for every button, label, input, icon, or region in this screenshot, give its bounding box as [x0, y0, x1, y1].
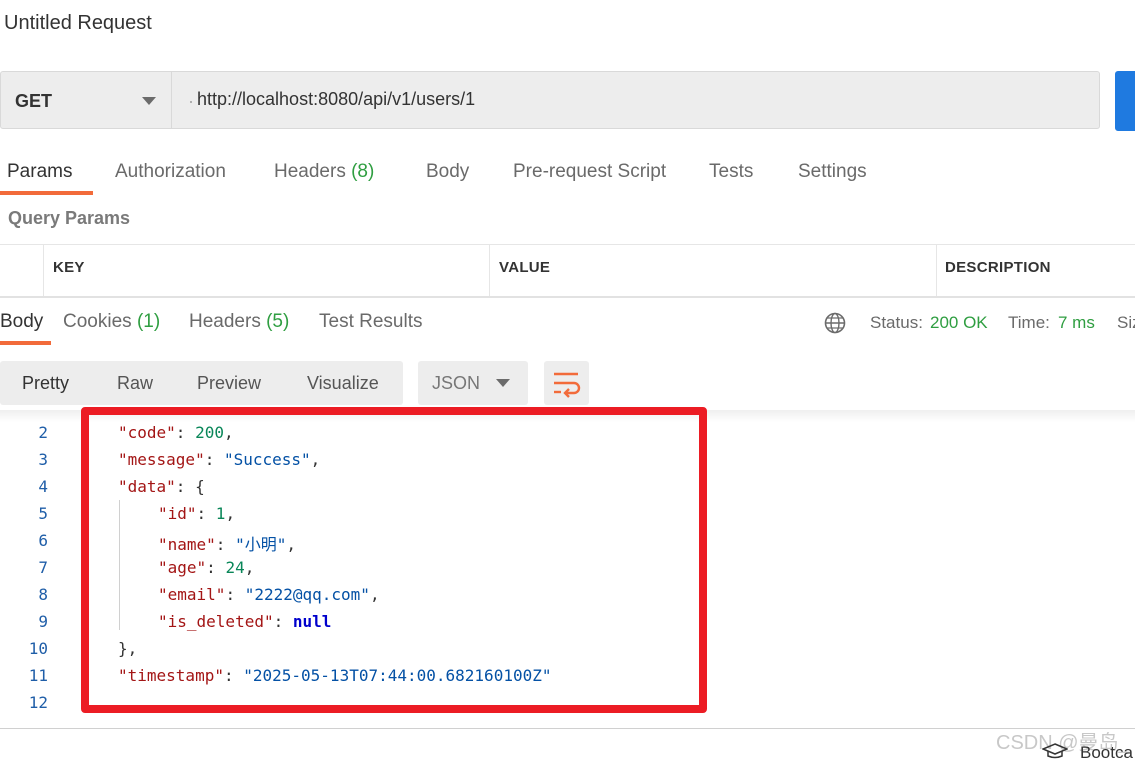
line-number: 7: [38, 558, 48, 577]
tab-prerequest-script[interactable]: Pre-request Script: [513, 161, 666, 183]
line-number: 4: [38, 477, 48, 496]
column-key: KEY: [53, 259, 85, 276]
size-label: Siz: [1117, 313, 1135, 332]
time-value[interactable]: 7 ms: [1058, 313, 1095, 333]
column-value: VALUE: [499, 259, 551, 276]
column-divider[interactable]: [489, 244, 490, 296]
format-pretty[interactable]: Pretty: [22, 373, 69, 394]
tab-params[interactable]: Params: [7, 161, 72, 183]
url-indicator: [190, 101, 192, 103]
chevron-down-icon: [496, 379, 510, 387]
url-text[interactable]: http://localhost:8080/api/v1/users/1: [197, 89, 475, 110]
column-divider[interactable]: [936, 244, 937, 296]
response-tab-headers[interactable]: Headers (5): [189, 311, 289, 333]
format-raw[interactable]: Raw: [117, 373, 153, 394]
request-title[interactable]: Untitled Request: [4, 12, 152, 35]
line-number: 8: [38, 585, 48, 604]
bootcamp-link[interactable]: Bootca: [1080, 743, 1133, 763]
format-preview[interactable]: Preview: [197, 373, 261, 394]
tab-body[interactable]: Body: [426, 161, 469, 183]
response-tab-cookies-count: (1): [136, 311, 161, 332]
line-number: 11: [28, 666, 48, 685]
response-tab-headers-label: Headers: [189, 311, 261, 332]
line-number: 3: [38, 450, 48, 469]
bottom-divider: [0, 728, 1135, 729]
line-number: 6: [38, 531, 48, 550]
status-value[interactable]: 200 OK: [930, 313, 988, 333]
response-tab-cookies[interactable]: Cookies (1): [63, 311, 160, 333]
graduation-cap-icon: [1042, 743, 1068, 759]
line-number: 10: [28, 639, 48, 658]
line-number: 5: [38, 504, 48, 523]
format-visualize[interactable]: Visualize: [307, 373, 379, 394]
time-label: Time:: [1008, 313, 1050, 332]
response-tab-body[interactable]: Body: [0, 311, 43, 333]
tab-headers[interactable]: Headers (8): [274, 161, 374, 183]
column-divider: [43, 244, 44, 296]
globe-icon[interactable]: [824, 312, 846, 334]
tab-authorization[interactable]: Authorization: [115, 161, 226, 183]
tab-headers-count: (8): [351, 161, 375, 182]
response-divider[interactable]: [0, 296, 1135, 298]
wrap-lines-icon: [554, 372, 581, 398]
response-tab-headers-count: (5): [266, 311, 290, 332]
status-label: Status:: [870, 313, 923, 332]
tab-tests[interactable]: Tests: [709, 161, 753, 183]
line-number: 12: [28, 693, 48, 712]
query-params-heading: Query Params: [8, 208, 131, 228]
tab-headers-label: Headers: [274, 161, 346, 182]
wrap-lines-button[interactable]: [544, 361, 589, 405]
active-tab-indicator: [0, 191, 93, 195]
method-label: GET: [15, 91, 53, 111]
language-select-label: JSON: [432, 373, 481, 393]
response-tab-cookies-label: Cookies: [63, 311, 132, 332]
response-tab-test-results[interactable]: Test Results: [319, 311, 422, 333]
chevron-down-icon[interactable]: [142, 97, 156, 105]
column-description: DESCRIPTION: [945, 259, 1051, 276]
line-number: 2: [38, 423, 48, 442]
line-number: 9: [38, 612, 48, 631]
highlight-annotation-box: [81, 407, 707, 713]
active-response-tab-indicator: [0, 341, 51, 345]
send-button[interactable]: [1115, 71, 1135, 131]
tab-settings[interactable]: Settings: [798, 161, 867, 183]
